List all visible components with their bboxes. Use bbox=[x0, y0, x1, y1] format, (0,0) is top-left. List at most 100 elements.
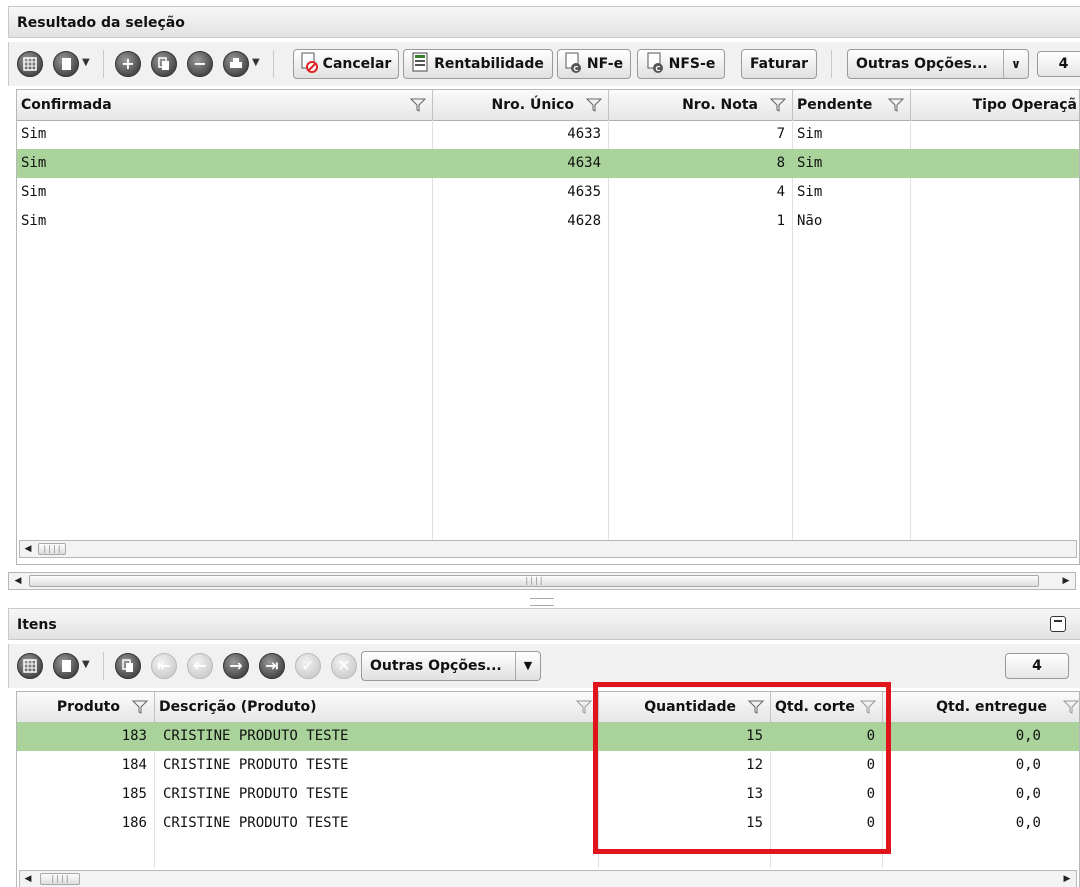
nfse-button[interactable]: C NFS-e bbox=[637, 49, 725, 79]
record-count-badge: 4 bbox=[1037, 51, 1080, 77]
cell-qtd-corte: 0 bbox=[866, 728, 875, 744]
filter-icon[interactable] bbox=[748, 700, 764, 714]
rentabilidade-button[interactable]: Rentabilidade bbox=[403, 49, 553, 79]
print-button[interactable] bbox=[223, 51, 249, 77]
discard-button[interactable]: ✕ bbox=[331, 653, 357, 679]
cell-descricao: CRISTINE PRODUTO TESTE bbox=[163, 786, 349, 802]
item-row-selected[interactable]: 183 CRISTINE PRODUTO TESTE 15 0 0,0 bbox=[17, 722, 1079, 751]
remove-button[interactable]: − bbox=[187, 51, 213, 77]
items-toolbar: ▼ ⇤ ← → ⇥ ✓ ✕ Outras Opções... ▼ 4 bbox=[8, 644, 1080, 688]
items-grid-hscroll[interactable]: ◀ |||| ▶ bbox=[19, 870, 1077, 887]
previous-record-button[interactable]: ← bbox=[187, 653, 213, 679]
filter-icon[interactable] bbox=[888, 98, 904, 112]
col-confirmada-label: Confirmada bbox=[21, 97, 112, 113]
col-produto[interactable]: Produto bbox=[17, 692, 155, 722]
filter-icon[interactable] bbox=[410, 98, 426, 112]
duplicate-button[interactable] bbox=[115, 653, 141, 679]
scroll-left-icon[interactable]: ◀ bbox=[22, 543, 34, 555]
scroll-left-icon[interactable]: ◀ bbox=[22, 873, 34, 885]
table-row[interactable]: Sim 4635 4 Sim bbox=[17, 178, 1079, 207]
faturar-button[interactable]: Faturar bbox=[741, 49, 817, 79]
copy-menu-button[interactable] bbox=[53, 653, 79, 679]
cancel-button[interactable]: Cancelar bbox=[293, 49, 399, 79]
toolbar-divider bbox=[831, 50, 832, 78]
col-confirmada[interactable]: Confirmada bbox=[17, 90, 433, 120]
col-qtd-entregue[interactable]: Qtd. entregue bbox=[883, 692, 1079, 722]
col-descricao[interactable]: Descrição (Produto) bbox=[155, 692, 599, 722]
toolbar-divider bbox=[103, 652, 104, 680]
col-quantidade-label: Quantidade bbox=[644, 699, 736, 715]
duplicate-button[interactable] bbox=[151, 51, 177, 77]
col-nro-unico[interactable]: Nro. Único bbox=[433, 90, 609, 120]
col-pendente[interactable]: Pendente bbox=[793, 90, 911, 120]
cell-confirmada: Sim bbox=[21, 213, 47, 229]
outer-hscroll[interactable]: ◀ |||| ▶ bbox=[8, 572, 1076, 590]
chevron-down-icon[interactable]: ∨ bbox=[1003, 50, 1028, 78]
item-row[interactable]: 184 CRISTINE PRODUTO TESTE 12 0 0,0 bbox=[17, 751, 1079, 780]
scroll-right-icon[interactable]: ▶ bbox=[1061, 873, 1073, 885]
cell-quantidade: 15 bbox=[746, 815, 763, 831]
filter-icon[interactable] bbox=[1063, 700, 1079, 714]
chevron-down-icon[interactable]: ▼ bbox=[82, 659, 90, 670]
filter-icon[interactable] bbox=[586, 98, 602, 112]
cell-qtd-entregue: 0,0 bbox=[1015, 815, 1041, 831]
col-quantidade[interactable]: Quantidade bbox=[599, 692, 771, 722]
cell-produto: 186 bbox=[121, 815, 147, 831]
scroll-right-icon[interactable]: ▶ bbox=[1060, 575, 1072, 587]
outras-opcoes-select[interactable]: Outras Opções... ∨ bbox=[847, 49, 1029, 79]
cell-nro-nota: 1 bbox=[776, 213, 785, 229]
col-tipo-operacao[interactable]: Tipo Operaçã bbox=[911, 90, 1079, 120]
cell-descricao: CRISTINE PRODUTO TESTE bbox=[163, 728, 349, 744]
items-grid-header: Produto Descrição (Produto) Quantidade Q… bbox=[17, 692, 1079, 723]
col-qtd-entregue-label: Qtd. entregue bbox=[936, 699, 1047, 715]
scroll-thumb[interactable]: |||| bbox=[38, 543, 66, 555]
add-button[interactable]: + bbox=[115, 51, 141, 77]
table-row[interactable]: Sim 4628 1 Não bbox=[17, 207, 1079, 236]
cell-nro-nota: 8 bbox=[776, 155, 785, 171]
rentabilidade-label: Rentabilidade bbox=[434, 56, 544, 72]
document-icon bbox=[62, 58, 71, 70]
first-record-button[interactable]: ⇤ bbox=[151, 653, 177, 679]
chevron-down-icon[interactable]: ▼ bbox=[82, 57, 90, 68]
items-outras-opcoes-select[interactable]: Outras Opções... ▼ bbox=[361, 651, 541, 681]
copy-menu-button[interactable] bbox=[53, 51, 79, 77]
item-row[interactable]: 186 CRISTINE PRODUTO TESTE 15 0 0,0 bbox=[17, 809, 1079, 838]
last-record-button[interactable]: ⇥ bbox=[259, 653, 285, 679]
confirm-button[interactable]: ✓ bbox=[295, 653, 321, 679]
items-panel-title: Itens bbox=[8, 608, 1080, 640]
scroll-left-icon[interactable]: ◀ bbox=[12, 575, 24, 587]
outras-opcoes-label: Outras Opções... bbox=[856, 56, 988, 72]
cell-descricao: CRISTINE PRODUTO TESTE bbox=[163, 757, 349, 773]
col-nro-nota[interactable]: Nro. Nota bbox=[609, 90, 793, 120]
chevron-down-icon[interactable]: ▼ bbox=[515, 652, 540, 680]
scroll-thumb[interactable]: |||| bbox=[40, 873, 80, 885]
filter-icon[interactable] bbox=[132, 700, 148, 714]
nfe-document-icon: C bbox=[565, 52, 581, 73]
cell-descricao: CRISTINE PRODUTO TESTE bbox=[163, 815, 349, 831]
results-grid-hscroll[interactable]: ◀ |||| bbox=[19, 540, 1077, 558]
results-grid-header: Confirmada Nro. Único Nro. Nota Pendente… bbox=[17, 90, 1079, 121]
cell-pendente: Sim bbox=[797, 155, 823, 171]
filter-icon[interactable] bbox=[576, 700, 592, 714]
grid-config-button[interactable] bbox=[17, 653, 43, 679]
faturar-label: Faturar bbox=[749, 56, 809, 72]
cell-nro-unico: 4628 bbox=[567, 213, 601, 229]
nfse-document-icon: C bbox=[647, 52, 663, 73]
filter-icon[interactable] bbox=[860, 700, 876, 714]
scroll-thumb[interactable]: |||| bbox=[29, 575, 1039, 587]
cell-nro-unico: 4634 bbox=[567, 155, 601, 171]
item-row[interactable]: 185 CRISTINE PRODUTO TESTE 13 0 0,0 bbox=[17, 780, 1079, 809]
grid-config-button[interactable] bbox=[17, 51, 43, 77]
panel-splitter-handle[interactable] bbox=[530, 598, 554, 606]
chevron-down-icon[interactable]: ▼ bbox=[252, 57, 260, 68]
nfe-button[interactable]: C NF-e bbox=[557, 49, 631, 79]
collapse-panel-icon[interactable] bbox=[1050, 616, 1066, 632]
col-qtd-corte[interactable]: Qtd. corte bbox=[771, 692, 883, 722]
filter-icon[interactable] bbox=[770, 98, 786, 112]
nfe-label: NF-e bbox=[586, 56, 624, 72]
next-record-button[interactable]: → bbox=[223, 653, 249, 679]
table-row-selected[interactable]: Sim 4634 8 Sim bbox=[17, 149, 1079, 178]
col-descricao-label: Descrição (Produto) bbox=[159, 699, 317, 715]
table-row[interactable]: Sim 4633 7 Sim bbox=[17, 120, 1079, 149]
items-count: 4 bbox=[1032, 658, 1042, 674]
